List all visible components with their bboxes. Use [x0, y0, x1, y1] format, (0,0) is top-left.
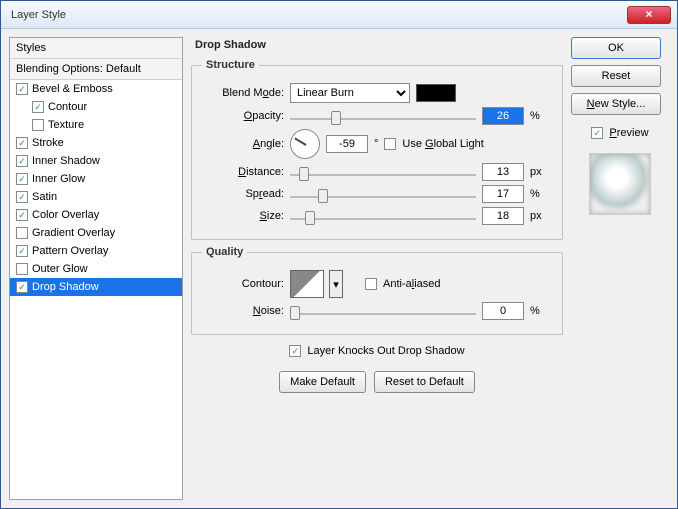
contour-dropdown-icon[interactable]: ▾: [329, 270, 343, 298]
size-input[interactable]: 18: [482, 207, 524, 225]
style-checkbox[interactable]: ✓: [16, 155, 28, 167]
style-label: Contour: [48, 101, 87, 113]
reset-to-default-button[interactable]: Reset to Default: [374, 371, 475, 393]
style-checkbox[interactable]: ✓: [16, 281, 28, 293]
noise-input[interactable]: 0: [482, 302, 524, 320]
panel-title: Drop Shadow: [191, 37, 563, 53]
ok-button[interactable]: OK: [571, 37, 661, 59]
angle-label: Angle:: [202, 138, 284, 150]
style-item-inner-shadow[interactable]: ✓ Inner Shadow: [10, 152, 182, 170]
layer-knocks-out-label: Layer Knocks Out Drop Shadow: [307, 345, 464, 357]
use-global-light-checkbox[interactable]: [384, 138, 396, 150]
style-label: Satin: [32, 191, 57, 203]
angle-dial[interactable]: [290, 129, 320, 159]
style-label: Color Overlay: [32, 209, 99, 221]
style-label: Pattern Overlay: [32, 245, 108, 257]
style-item-drop-shadow[interactable]: ✓ Drop Shadow: [10, 278, 182, 296]
preview-label: Preview: [609, 127, 648, 139]
preview-checkbox[interactable]: ✓: [591, 127, 603, 139]
style-label: Outer Glow: [32, 263, 88, 275]
angle-input[interactable]: -59: [326, 135, 368, 153]
style-checkbox[interactable]: [16, 227, 28, 239]
style-label: Bevel & Emboss: [32, 83, 113, 95]
size-slider[interactable]: [290, 208, 476, 224]
noise-slider[interactable]: [290, 303, 476, 319]
new-style-button[interactable]: New Style...: [571, 93, 661, 115]
style-label: Stroke: [32, 137, 64, 149]
structure-group: Structure Blend Mode: Linear Burn Opacit…: [191, 59, 563, 240]
style-checkbox[interactable]: ✓: [16, 83, 28, 95]
style-checkbox[interactable]: ✓: [16, 173, 28, 185]
layer-knocks-out-checkbox[interactable]: ✓: [289, 345, 301, 357]
style-label: Inner Glow: [32, 173, 85, 185]
blend-mode-label: Blend Mode:: [202, 87, 284, 99]
style-item-color-overlay[interactable]: ✓ Color Overlay: [10, 206, 182, 224]
quality-legend: Quality: [202, 246, 247, 258]
size-label: Size:: [202, 210, 284, 222]
style-checkbox[interactable]: ✓: [16, 191, 28, 203]
blending-options-row[interactable]: Blending Options: Default: [10, 59, 182, 80]
reset-button[interactable]: Reset: [571, 65, 661, 87]
styles-header[interactable]: Styles: [10, 38, 182, 59]
distance-unit: px: [530, 166, 552, 178]
opacity-slider[interactable]: [290, 108, 476, 124]
style-label: Gradient Overlay: [32, 227, 115, 239]
style-checkbox[interactable]: [32, 119, 44, 131]
dialog-buttons: OK Reset New Style... ✓ Preview: [571, 37, 669, 500]
titlebar[interactable]: Layer Style ×: [1, 1, 677, 29]
style-item-texture[interactable]: Texture: [10, 116, 182, 134]
contour-label: Contour:: [202, 278, 284, 290]
spread-input[interactable]: 17: [482, 185, 524, 203]
make-default-button[interactable]: Make Default: [279, 371, 366, 393]
blend-mode-select[interactable]: Linear Burn: [290, 83, 410, 103]
noise-unit: %: [530, 305, 552, 317]
styles-list: Styles Blending Options: Default ✓ Bevel …: [9, 37, 183, 500]
opacity-unit: %: [530, 110, 552, 122]
style-item-satin[interactable]: ✓ Satin: [10, 188, 182, 206]
preview-thumbnail: [589, 153, 651, 215]
style-label: Texture: [48, 119, 84, 131]
shadow-color-swatch[interactable]: [416, 84, 456, 102]
spread-unit: %: [530, 188, 552, 200]
style-item-inner-glow[interactable]: ✓ Inner Glow: [10, 170, 182, 188]
style-checkbox[interactable]: [16, 263, 28, 275]
anti-aliased-label: Anti-aliased: [383, 278, 441, 290]
use-global-light-label: Use Global Light: [402, 138, 483, 150]
distance-label: Distance:: [202, 166, 284, 178]
style-checkbox[interactable]: ✓: [16, 245, 28, 257]
opacity-label: Opacity:: [202, 110, 284, 122]
effect-panel: Drop Shadow Structure Blend Mode: Linear…: [191, 37, 563, 500]
style-checkbox[interactable]: ✓: [16, 209, 28, 221]
spread-label: Spread:: [202, 188, 284, 200]
style-item-gradient-overlay[interactable]: Gradient Overlay: [10, 224, 182, 242]
spread-slider[interactable]: [290, 186, 476, 202]
style-checkbox[interactable]: ✓: [16, 137, 28, 149]
distance-slider[interactable]: [290, 164, 476, 180]
quality-group: Quality Contour: ▾ Anti-aliased Noise: 0…: [191, 246, 563, 335]
structure-legend: Structure: [202, 59, 259, 71]
style-label: Inner Shadow: [32, 155, 100, 167]
angle-unit: °: [374, 138, 378, 150]
style-item-bevel-emboss[interactable]: ✓ Bevel & Emboss: [10, 80, 182, 98]
window-title: Layer Style: [7, 9, 627, 21]
noise-label: Noise:: [202, 305, 284, 317]
contour-picker[interactable]: [290, 270, 324, 298]
style-checkbox[interactable]: ✓: [32, 101, 44, 113]
close-icon[interactable]: ×: [627, 6, 671, 24]
size-unit: px: [530, 210, 552, 222]
style-item-pattern-overlay[interactable]: ✓ Pattern Overlay: [10, 242, 182, 260]
distance-input[interactable]: 13: [482, 163, 524, 181]
style-item-stroke[interactable]: ✓ Stroke: [10, 134, 182, 152]
style-item-outer-glow[interactable]: Outer Glow: [10, 260, 182, 278]
style-item-contour[interactable]: ✓ Contour: [10, 98, 182, 116]
anti-aliased-checkbox[interactable]: [365, 278, 377, 290]
opacity-input[interactable]: 26: [482, 107, 524, 125]
style-label: Drop Shadow: [32, 281, 99, 293]
layer-style-dialog: Layer Style × Styles Blending Options: D…: [0, 0, 678, 509]
